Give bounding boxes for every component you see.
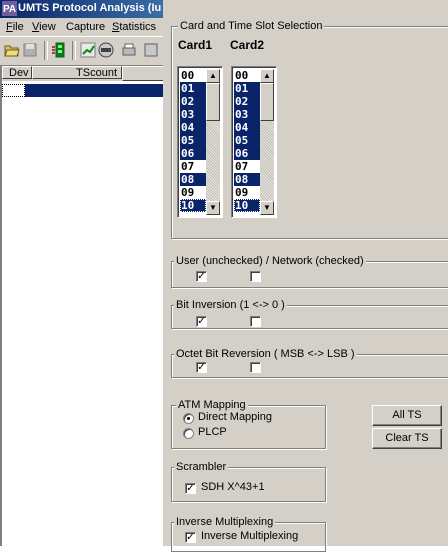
- clear-ts-button[interactable]: Clear TS: [372, 428, 442, 449]
- user-network-card2-checkbox[interactable]: [250, 271, 261, 282]
- scroll-up-icon[interactable]: ▲: [206, 69, 220, 83]
- settings-dialog: Card and Time Slot Selection Card1 Card2…: [163, 0, 448, 552]
- card2-timeslot-item[interactable]: 10: [234, 199, 260, 212]
- column-dev[interactable]: Dev: [2, 66, 32, 79]
- direct-mapping-radio[interactable]: [183, 413, 194, 424]
- card2-label: Card2: [230, 38, 265, 52]
- card2-timeslot-list[interactable]: 00 01 02 03 04 05 06 07 08 09 10 ▲ ▼: [231, 66, 277, 218]
- scroll-up-icon[interactable]: ▲: [260, 69, 274, 83]
- svg-text:PA: PA: [3, 4, 16, 15]
- octet-reversion-card1-checkbox[interactable]: ✓: [196, 362, 207, 373]
- table-row[interactable]: [25, 84, 163, 97]
- bit-inversion-label: Bit Inversion (1 <-> 0 ): [174, 299, 287, 311]
- scroll-thumb[interactable]: [206, 83, 220, 121]
- card1-items: 00 01 02 03 04 05 06 07 08 09 10: [180, 69, 206, 212]
- card-timeslot-label: Card and Time Slot Selection: [178, 20, 325, 32]
- inverse-mux-option-label: Inverse Multiplexing: [201, 530, 299, 542]
- statistics-icon[interactable]: [79, 41, 97, 59]
- main-window: PA UMTS Protocol Analysis (Iu File View …: [0, 0, 165, 546]
- octet-reversion-group: Octet Bit Reversion ( MSB <-> LSB ): [171, 348, 448, 378]
- scroll-down-icon[interactable]: ▼: [260, 201, 274, 215]
- user-network-label: User (unchecked) / Network (checked): [174, 255, 366, 267]
- menu-bar: File View Capture Statistics: [0, 18, 163, 36]
- scroll-thumb[interactable]: [260, 83, 274, 121]
- card1-timeslot-item[interactable]: 03: [180, 108, 206, 121]
- menu-capture[interactable]: Capture: [66, 21, 105, 33]
- card1-timeslot-item[interactable]: 05: [180, 134, 206, 147]
- column-empty: [122, 66, 165, 81]
- card2-items: 00 01 02 03 04 05 06 07 08 09 10: [234, 69, 260, 212]
- card1-timeslot-item[interactable]: 09: [180, 186, 206, 199]
- window-title: UMTS Protocol Analysis (Iu: [18, 2, 162, 14]
- card2-timeslot-item[interactable]: 08: [234, 173, 260, 186]
- menu-file[interactable]: File: [6, 21, 24, 33]
- bit-inversion-card2-checkbox[interactable]: [250, 316, 261, 327]
- list-border: [0, 66, 2, 546]
- sdh-scrambler-label: SDH X^43+1: [201, 481, 265, 493]
- toolbar-separator: [72, 41, 76, 60]
- card2-timeslot-item[interactable]: 04: [234, 121, 260, 134]
- inverse-mux-label: Inverse Multiplexing: [174, 516, 276, 528]
- card1-timeslot-item[interactable]: 01: [180, 82, 206, 95]
- title-bar: PA UMTS Protocol Analysis (Iu: [0, 0, 163, 18]
- toolbar-separator: [44, 41, 48, 60]
- bit-inversion-group: Bit Inversion (1 <-> 0 ): [171, 299, 448, 329]
- app-icon: PA: [2, 1, 17, 16]
- octet-reversion-label: Octet Bit Reversion ( MSB <-> LSB ): [174, 348, 357, 360]
- open-folder-icon[interactable]: [3, 41, 21, 59]
- print-icon[interactable]: [120, 41, 138, 59]
- plcp-radio[interactable]: [183, 428, 194, 439]
- start-capture-icon[interactable]: [51, 41, 69, 59]
- bit-inversion-card1-checkbox[interactable]: ✓: [196, 316, 207, 327]
- card1-label: Card1: [178, 38, 213, 52]
- card1-timeslot-item[interactable]: 02: [180, 95, 206, 108]
- all-ts-button[interactable]: All TS: [372, 405, 442, 426]
- column-tscount[interactable]: TScount: [32, 66, 122, 79]
- card2-timeslot-item[interactable]: 06: [234, 147, 260, 160]
- card2-timeslot-item[interactable]: 01: [234, 82, 260, 95]
- card1-scrollbar[interactable]: ▲ ▼: [206, 69, 220, 215]
- save-icon[interactable]: [21, 41, 39, 59]
- octet-reversion-card2-checkbox[interactable]: [250, 362, 261, 373]
- scrambler-label: Scrambler: [174, 461, 229, 473]
- atm-mapping-label: ATM Mapping: [176, 399, 248, 411]
- card2-timeslot-item[interactable]: 05: [234, 134, 260, 147]
- card1-timeslot-item[interactable]: 04: [180, 121, 206, 134]
- card1-timeslot-item[interactable]: 00: [180, 69, 206, 82]
- table-row-focus[interactable]: [2, 84, 25, 97]
- card1-timeslot-item[interactable]: 06: [180, 147, 206, 160]
- direct-mapping-label: Direct Mapping: [198, 411, 272, 423]
- card2-timeslot-item[interactable]: 00: [234, 69, 260, 82]
- stop-icon[interactable]: [97, 41, 115, 59]
- plcp-label: PLCP: [198, 426, 227, 438]
- card1-timeslot-item[interactable]: 07: [180, 160, 206, 173]
- card1-timeslot-item[interactable]: 08: [180, 173, 206, 186]
- card2-timeslot-item[interactable]: 03: [234, 108, 260, 121]
- sdh-scrambler-checkbox[interactable]: ✓: [185, 483, 196, 494]
- user-network-card1-checkbox[interactable]: ✓: [196, 271, 207, 282]
- card1-timeslot-item[interactable]: 10: [180, 199, 206, 212]
- toolbar-icon[interactable]: [142, 41, 160, 59]
- toolbar: [0, 36, 163, 66]
- menu-statistics[interactable]: Statistics: [112, 21, 156, 33]
- card2-scrollbar[interactable]: ▲ ▼: [260, 69, 274, 215]
- card1-timeslot-list[interactable]: 00 01 02 03 04 05 06 07 08 09 10 ▲ ▼: [177, 66, 223, 218]
- card2-timeslot-item[interactable]: 07: [234, 160, 260, 173]
- card2-timeslot-item[interactable]: 02: [234, 95, 260, 108]
- list-header: Dev TScount: [2, 66, 165, 81]
- card2-timeslot-item[interactable]: 09: [234, 186, 260, 199]
- user-network-group: User (unchecked) / Network (checked): [171, 255, 448, 288]
- scroll-down-icon[interactable]: ▼: [206, 201, 220, 215]
- menu-view[interactable]: View: [32, 21, 56, 33]
- inverse-mux-checkbox[interactable]: ✓: [185, 532, 196, 543]
